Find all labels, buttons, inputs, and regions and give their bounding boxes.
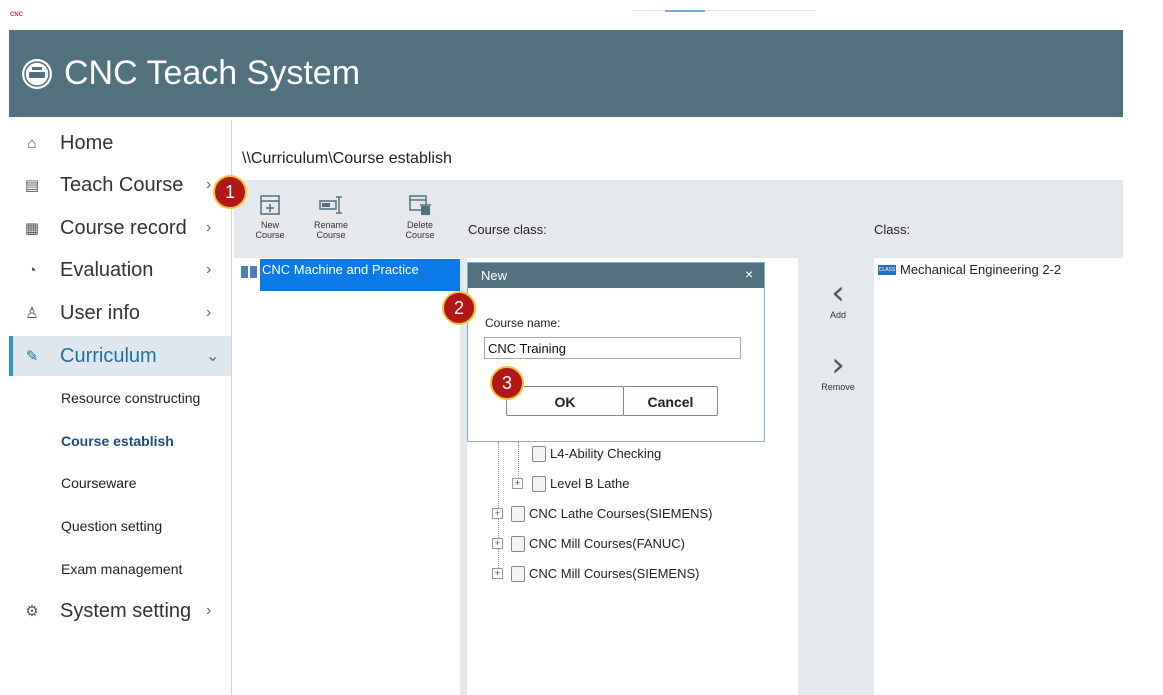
sidebar-item-home[interactable]: ⌂ Home bbox=[20, 126, 230, 160]
book-icon bbox=[241, 266, 257, 278]
mini-logo: CNC bbox=[10, 12, 23, 18]
cancel-button[interactable]: Cancel bbox=[623, 386, 718, 416]
course-list-panel bbox=[234, 258, 460, 695]
ok-button[interactable]: OK bbox=[506, 386, 624, 416]
chevron-down-icon: ⌄ bbox=[206, 348, 220, 365]
expand-icon[interactable]: + bbox=[492, 538, 503, 549]
course-class-label: Course class: bbox=[468, 222, 547, 237]
callout-3: 3 bbox=[490, 366, 524, 400]
tree-label-mill-fanuc: CNC Mill Courses(FANUC) bbox=[529, 536, 686, 551]
subnav-courseware[interactable]: Courseware bbox=[61, 475, 136, 491]
sidebar-item-teach-course[interactable]: ▤ Teach Course › bbox=[20, 168, 230, 202]
new-course-icon bbox=[260, 195, 280, 215]
evaluation-icon: ◔ bbox=[27, 261, 37, 279]
expand-icon[interactable]: + bbox=[512, 478, 523, 489]
remove-label: Remove bbox=[821, 382, 855, 392]
document-icon bbox=[511, 536, 525, 552]
callout-2: 2 bbox=[442, 291, 476, 325]
delete-course-button[interactable]: Delete Course bbox=[392, 190, 448, 260]
dialog-titlebar[interactable] bbox=[468, 263, 764, 288]
tree-label-lathe-siemens: CNC Lathe Courses(SIEMENS) bbox=[529, 506, 713, 521]
chevron-right-icon: › bbox=[206, 261, 212, 278]
transfer-panel bbox=[798, 258, 874, 695]
user-icon: ♙ bbox=[25, 305, 39, 322]
toolbar bbox=[234, 180, 1123, 258]
callout-1: 1 bbox=[213, 175, 247, 209]
sidebar-item-user-info[interactable]: ♙ User info › bbox=[20, 296, 230, 330]
window-tab-active[interactable] bbox=[665, 10, 705, 12]
document-icon bbox=[511, 506, 525, 522]
chevron-right-icon: › bbox=[831, 345, 845, 385]
sidebar-item-label: User info bbox=[60, 301, 141, 324]
tree-node-level-b-lathe[interactable] bbox=[532, 476, 546, 492]
tree-node-mill-fanuc[interactable] bbox=[511, 536, 525, 552]
sidebar-item-label: Home bbox=[60, 131, 114, 154]
class-badge-icon: CLASS bbox=[878, 265, 896, 275]
gear-icon: ⚙ bbox=[25, 603, 39, 620]
chevron-right-icon: › bbox=[206, 304, 212, 321]
remove-button[interactable]: › Remove bbox=[818, 348, 858, 392]
window-tabs bbox=[633, 10, 816, 15]
sidebar-item-label: Teach Course bbox=[60, 173, 184, 196]
breadcrumb: \\Curriculum\Course establish bbox=[242, 150, 452, 167]
tree-label-level-b-lathe: Level B Lathe bbox=[550, 476, 630, 491]
chevron-right-icon: › bbox=[206, 176, 212, 193]
tree-label-l4: L4-Ability Checking bbox=[550, 446, 662, 461]
course-list-item-label: CNC Machine and Practice bbox=[262, 262, 419, 277]
home-icon: ⌂ bbox=[27, 134, 37, 152]
chevron-right-icon: › bbox=[206, 219, 212, 236]
course-name-input[interactable] bbox=[484, 337, 741, 359]
subnav-question-setting[interactable]: Question setting bbox=[61, 518, 162, 534]
rename-course-label-1: Rename bbox=[313, 220, 349, 230]
dialog-title: New bbox=[481, 268, 508, 283]
document-icon bbox=[532, 446, 546, 462]
chevron-right-icon: › bbox=[206, 602, 212, 619]
rename-course-button[interactable]: Rename Course bbox=[303, 190, 359, 260]
add-label: Add bbox=[829, 310, 846, 320]
new-course-label-2: Course bbox=[255, 230, 285, 240]
sidebar-item-curriculum[interactable]: ✎ Curriculum ⌄ bbox=[20, 339, 230, 373]
tree-guide-line bbox=[518, 442, 519, 482]
expand-icon[interactable]: + bbox=[492, 508, 503, 519]
sidebar-item-course-record[interactable]: ▦ Course record › bbox=[20, 211, 230, 245]
nav-active-indicator bbox=[9, 336, 13, 376]
pencil-icon: ✎ bbox=[25, 348, 39, 365]
app-title: CNC Teach System bbox=[64, 54, 361, 92]
new-course-label-1: New bbox=[260, 220, 279, 230]
delete-course-label-1: Delete bbox=[406, 220, 433, 230]
sidebar-item-system-setting[interactable]: ⚙ System setting › bbox=[20, 594, 230, 628]
course-record-icon: ▦ bbox=[24, 220, 40, 237]
tree-node-l4[interactable] bbox=[532, 446, 546, 462]
document-icon bbox=[532, 476, 546, 492]
tree-node-mill-siemens[interactable] bbox=[511, 566, 525, 582]
rename-course-label-2: Course bbox=[316, 230, 346, 240]
subnav-resource-constructing[interactable]: Resource constructing bbox=[61, 390, 200, 406]
logo-icon bbox=[22, 59, 52, 89]
sidebar-item-evaluation[interactable]: ◔ Evaluation › bbox=[20, 253, 230, 287]
expand-icon[interactable]: + bbox=[492, 568, 503, 579]
top-strip bbox=[0, 0, 1163, 30]
delete-icon bbox=[409, 195, 431, 215]
delete-course-label-2: Course bbox=[405, 230, 435, 240]
subnav-course-establish[interactable]: Course establish bbox=[61, 433, 174, 449]
sidebar-item-label: System setting bbox=[60, 599, 192, 622]
sidebar-item-label: Course record bbox=[60, 216, 187, 239]
sidebar-item-label: Evaluation bbox=[60, 258, 154, 281]
teach-course-icon: ▤ bbox=[24, 177, 40, 194]
subnav-exam-management[interactable]: Exam management bbox=[61, 561, 182, 577]
course-name-label: Course name: bbox=[485, 316, 561, 330]
close-icon[interactable]: × bbox=[745, 266, 753, 282]
tree-node-lathe-siemens[interactable] bbox=[511, 506, 525, 522]
class-list-item[interactable]: Mechanical Engineering 2-2 bbox=[900, 262, 1061, 277]
tree-label-mill-siemens: CNC Mill Courses(SIEMENS) bbox=[529, 566, 700, 581]
class-list-panel bbox=[874, 258, 1123, 695]
new-course-button[interactable]: New Course bbox=[242, 190, 298, 260]
class-label: Class: bbox=[874, 222, 911, 237]
rename-icon bbox=[319, 196, 342, 214]
sidebar-item-label: Curriculum bbox=[60, 344, 157, 367]
document-icon bbox=[511, 566, 525, 582]
add-button[interactable]: ‹ Add bbox=[818, 276, 858, 320]
chevron-left-icon: ‹ bbox=[831, 273, 845, 313]
